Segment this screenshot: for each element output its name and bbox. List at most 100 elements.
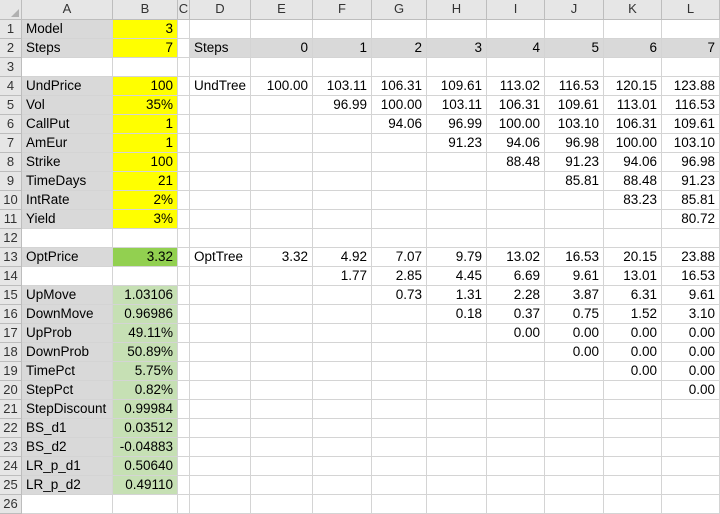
cell-d26[interactable] bbox=[190, 495, 251, 514]
cell-d17[interactable] bbox=[190, 324, 251, 343]
cell-l24[interactable] bbox=[662, 457, 720, 476]
cell-c4[interactable] bbox=[178, 77, 190, 96]
cell-h4[interactable]: 109.61 bbox=[427, 77, 487, 96]
cell-h26[interactable] bbox=[427, 495, 487, 514]
cell-h1[interactable] bbox=[427, 20, 487, 39]
cell-e20[interactable] bbox=[251, 381, 313, 400]
cell-b8[interactable]: 100 bbox=[113, 153, 178, 172]
cell-f19[interactable] bbox=[313, 362, 372, 381]
cell-d5[interactable] bbox=[190, 96, 251, 115]
cell-g17[interactable] bbox=[372, 324, 427, 343]
cell-g6[interactable]: 94.06 bbox=[372, 115, 427, 134]
cell-c3[interactable] bbox=[178, 58, 190, 77]
row-header-8[interactable]: 8 bbox=[0, 153, 22, 172]
cell-l14[interactable]: 16.53 bbox=[662, 267, 720, 286]
cell-i15[interactable]: 2.28 bbox=[487, 286, 545, 305]
cell-b20[interactable]: 0.82% bbox=[113, 381, 178, 400]
column-header-e[interactable]: E bbox=[251, 0, 313, 20]
cell-a18[interactable]: DownProb bbox=[22, 343, 113, 362]
cell-h15[interactable]: 1.31 bbox=[427, 286, 487, 305]
cell-e22[interactable] bbox=[251, 419, 313, 438]
cell-i9[interactable] bbox=[487, 172, 545, 191]
cell-j23[interactable] bbox=[545, 438, 604, 457]
cell-a25[interactable]: LR_p_d2 bbox=[22, 476, 113, 495]
row-header-12[interactable]: 12 bbox=[0, 229, 22, 248]
cell-d21[interactable] bbox=[190, 400, 251, 419]
column-header-h[interactable]: H bbox=[427, 0, 487, 20]
cell-l1[interactable] bbox=[662, 20, 720, 39]
row-header-17[interactable]: 17 bbox=[0, 324, 22, 343]
cell-c6[interactable] bbox=[178, 115, 190, 134]
cell-j14[interactable]: 9.61 bbox=[545, 267, 604, 286]
cell-l13[interactable]: 23.88 bbox=[662, 248, 720, 267]
cell-h20[interactable] bbox=[427, 381, 487, 400]
cell-i14[interactable]: 6.69 bbox=[487, 267, 545, 286]
cell-b19[interactable]: 5.75% bbox=[113, 362, 178, 381]
cell-g1[interactable] bbox=[372, 20, 427, 39]
cell-d23[interactable] bbox=[190, 438, 251, 457]
cell-g25[interactable] bbox=[372, 476, 427, 495]
cell-g24[interactable] bbox=[372, 457, 427, 476]
cell-e18[interactable] bbox=[251, 343, 313, 362]
cell-e15[interactable] bbox=[251, 286, 313, 305]
cell-c19[interactable] bbox=[178, 362, 190, 381]
cell-a7[interactable]: AmEur bbox=[22, 134, 113, 153]
cell-i12[interactable] bbox=[487, 229, 545, 248]
cell-l16[interactable]: 3.10 bbox=[662, 305, 720, 324]
cell-h5[interactable]: 103.11 bbox=[427, 96, 487, 115]
row-header-7[interactable]: 7 bbox=[0, 134, 22, 153]
cell-e24[interactable] bbox=[251, 457, 313, 476]
cell-d3[interactable] bbox=[190, 58, 251, 77]
cell-g19[interactable] bbox=[372, 362, 427, 381]
cell-i10[interactable] bbox=[487, 191, 545, 210]
cell-a8[interactable]: Strike bbox=[22, 153, 113, 172]
cell-h19[interactable] bbox=[427, 362, 487, 381]
cell-l4[interactable]: 123.88 bbox=[662, 77, 720, 96]
cell-e4[interactable]: 100.00 bbox=[251, 77, 313, 96]
cell-e16[interactable] bbox=[251, 305, 313, 324]
row-header-5[interactable]: 5 bbox=[0, 96, 22, 115]
cell-e25[interactable] bbox=[251, 476, 313, 495]
cell-g4[interactable]: 106.31 bbox=[372, 77, 427, 96]
cell-k10[interactable]: 83.23 bbox=[604, 191, 662, 210]
row-header-25[interactable]: 25 bbox=[0, 476, 22, 495]
cell-b25[interactable]: 0.49110 bbox=[113, 476, 178, 495]
cell-c1[interactable] bbox=[178, 20, 190, 39]
cell-l7[interactable]: 103.10 bbox=[662, 134, 720, 153]
cell-h8[interactable] bbox=[427, 153, 487, 172]
cell-c17[interactable] bbox=[178, 324, 190, 343]
cell-j8[interactable]: 91.23 bbox=[545, 153, 604, 172]
cell-k6[interactable]: 106.31 bbox=[604, 115, 662, 134]
column-header-f[interactable]: F bbox=[313, 0, 372, 20]
cell-f16[interactable] bbox=[313, 305, 372, 324]
cell-i11[interactable] bbox=[487, 210, 545, 229]
cell-a23[interactable]: BS_d2 bbox=[22, 438, 113, 457]
row-header-4[interactable]: 4 bbox=[0, 77, 22, 96]
row-header-16[interactable]: 16 bbox=[0, 305, 22, 324]
cell-c2[interactable] bbox=[178, 39, 190, 58]
cell-b26[interactable] bbox=[113, 495, 178, 514]
cell-g26[interactable] bbox=[372, 495, 427, 514]
cell-i3[interactable] bbox=[487, 58, 545, 77]
row-header-3[interactable]: 3 bbox=[0, 58, 22, 77]
cell-k19[interactable]: 0.00 bbox=[604, 362, 662, 381]
cell-f8[interactable] bbox=[313, 153, 372, 172]
cell-b9[interactable]: 21 bbox=[113, 172, 178, 191]
cell-b13[interactable]: 3.32 bbox=[113, 248, 178, 267]
cell-k25[interactable] bbox=[604, 476, 662, 495]
cell-a1[interactable]: Model bbox=[22, 20, 113, 39]
cell-k16[interactable]: 1.52 bbox=[604, 305, 662, 324]
column-header-l[interactable]: L bbox=[662, 0, 720, 20]
cell-f7[interactable] bbox=[313, 134, 372, 153]
cell-h14[interactable]: 4.45 bbox=[427, 267, 487, 286]
cell-g10[interactable] bbox=[372, 191, 427, 210]
row-header-11[interactable]: 11 bbox=[0, 210, 22, 229]
cell-l5[interactable]: 116.53 bbox=[662, 96, 720, 115]
cell-d9[interactable] bbox=[190, 172, 251, 191]
cell-c16[interactable] bbox=[178, 305, 190, 324]
cell-c10[interactable] bbox=[178, 191, 190, 210]
cell-a6[interactable]: CallPut bbox=[22, 115, 113, 134]
cell-g9[interactable] bbox=[372, 172, 427, 191]
cell-c5[interactable] bbox=[178, 96, 190, 115]
cell-i13[interactable]: 13.02 bbox=[487, 248, 545, 267]
